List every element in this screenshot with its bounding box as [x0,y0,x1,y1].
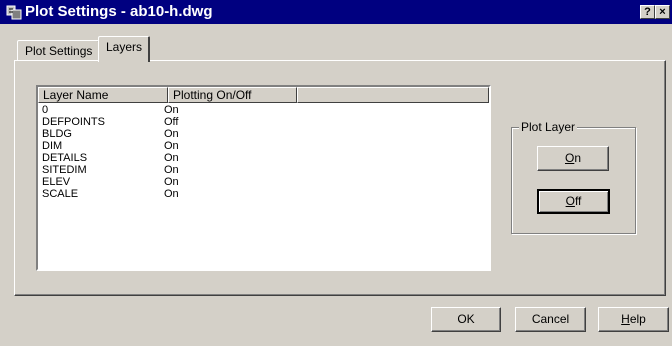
column-header-plotting[interactable]: Plotting On/Off [168,87,297,103]
help-label-rest: elp [629,312,646,326]
list-item[interactable]: SCALE On [40,188,480,200]
off-label-rest: ff [574,194,582,208]
window-title: Plot Settings - ab10-h.dwg [25,3,213,20]
cancel-button[interactable]: Cancel [515,307,586,332]
tab-layers-label: Layers [106,40,143,54]
list-item[interactable]: DIM On [40,140,480,152]
on-label-rest: n [574,151,582,165]
layer-plotting: Off [164,116,179,128]
plot-settings-dialog: Plot Settings - ab10-h.dwg ? × Plot Sett… [0,0,672,346]
tab-plot-settings-label: Plot Settings [25,44,93,58]
help-button[interactable]: Help [598,307,669,332]
help-mnemonic: H [621,312,630,326]
off-mnemonic: O [565,194,575,208]
plot-layer-group: Plot Layer [511,120,636,234]
layer-plotting: On [164,164,179,176]
layer-plotting: On [164,140,179,152]
list-item[interactable]: SITEDIM On [40,164,480,176]
app-icon [6,5,22,20]
list-item[interactable]: 0 On [40,104,480,116]
tab-layers[interactable]: Layers [98,36,150,62]
list-item[interactable]: ELEV On [40,176,480,188]
column-header-layer-name[interactable]: Layer Name [38,87,168,103]
on-button[interactable]: On [537,146,609,171]
layer-name: SITEDIM [42,164,87,176]
list-item[interactable]: BLDG On [40,128,480,140]
layer-name: 0 [42,104,49,116]
layer-plotting: On [164,188,179,200]
tab-plot-settings[interactable]: Plot Settings [17,40,99,60]
column-header-empty[interactable] [297,87,489,103]
layer-name: ELEV [42,176,71,188]
layer-plotting: On [164,152,179,164]
layer-plotting: On [164,176,179,188]
ok-button[interactable]: OK [431,307,501,332]
layer-name: DETAILS [42,152,88,164]
list-item[interactable]: DEFPOINTS Off [40,116,480,128]
layer-name: DEFPOINTS [42,116,105,128]
list-item[interactable]: DETAILS On [40,152,480,164]
layer-plotting: On [164,128,179,140]
on-mnemonic: O [564,151,575,165]
help-icon[interactable]: ? [640,5,655,19]
layer-plotting: On [164,104,179,116]
plot-layer-label: Plot Layer [519,120,578,134]
off-button[interactable]: Off [537,189,610,214]
layer-list[interactable]: Layer Name Plotting On/Off 0 On DEFPOINTS… [36,85,491,271]
layer-name: DIM [42,140,63,152]
title-bar[interactable]: Plot Settings - ab10-h.dwg ? × [0,0,672,24]
close-icon[interactable]: × [655,5,670,19]
layer-name: BLDG [42,128,72,140]
layer-name: SCALE [42,188,79,200]
